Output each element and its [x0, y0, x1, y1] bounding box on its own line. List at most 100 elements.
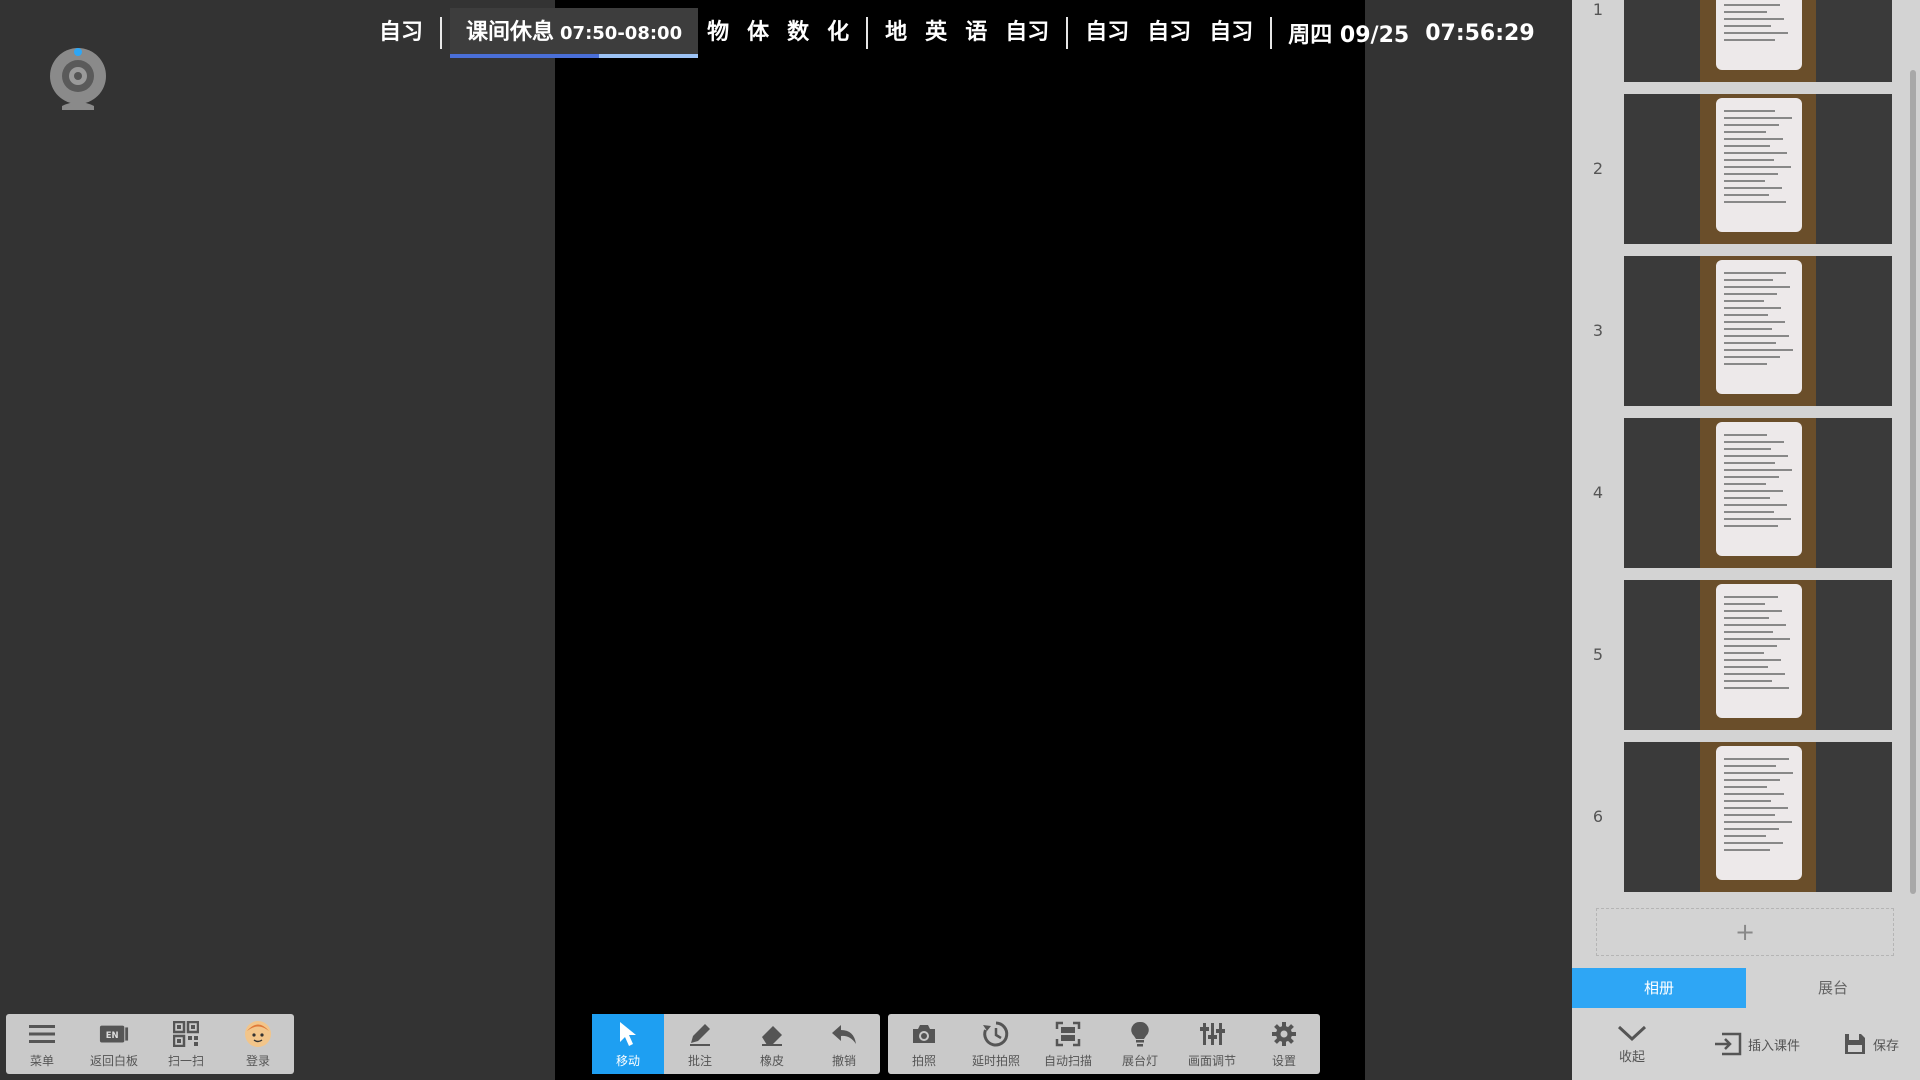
timer-photo-button[interactable]: 延时拍照	[960, 1014, 1032, 1074]
save-button[interactable]: 保存	[1822, 1032, 1920, 1056]
text-line	[1724, 173, 1778, 175]
text-line	[1724, 779, 1780, 781]
thumbnail-item[interactable]: 5	[1572, 580, 1902, 730]
settings-button[interactable]: 设置	[1248, 1014, 1320, 1074]
thumbnail-item[interactable]: 4	[1572, 418, 1902, 568]
annotate-label: 批注	[687, 1054, 712, 1068]
auto-scan-label: 自动扫描	[1043, 1054, 1092, 1068]
schedule-item: 体	[747, 20, 770, 45]
text-line	[1724, 786, 1767, 788]
text-line	[1724, 807, 1788, 809]
camera-photo-icon	[909, 1019, 939, 1049]
document-photo	[1700, 256, 1816, 406]
current-period-label: 课间休息	[466, 20, 555, 45]
text-line	[1724, 497, 1770, 499]
insert-icon	[1714, 1031, 1742, 1057]
lamp-label: 展台灯	[1121, 1054, 1158, 1068]
thumbnail-image	[1624, 580, 1892, 730]
document-photo	[1700, 94, 1816, 244]
annotate-button[interactable]: 批注	[664, 1014, 736, 1074]
schedule-bar: 自习 课间休息 07:50-08:00 物 体 数 化 地 英 语 自习 自习 自…	[370, 8, 1535, 58]
text-line	[1724, 603, 1765, 605]
text-line	[1724, 673, 1785, 675]
collapse-label: 收起	[1618, 1049, 1645, 1065]
thumbnail-image	[1624, 742, 1892, 892]
auto-scan-button[interactable]: 自动扫描	[1032, 1014, 1104, 1074]
lamp-button[interactable]: 展台灯	[1104, 1014, 1176, 1074]
text-line	[1724, 307, 1781, 309]
document-photo	[1700, 0, 1816, 82]
text-line	[1724, 441, 1784, 443]
text-line	[1724, 293, 1777, 295]
undo-button[interactable]: 撤销	[808, 1014, 880, 1074]
text-line	[1724, 835, 1766, 837]
thumbnail-item[interactable]: 3	[1572, 256, 1902, 406]
menu-button[interactable]: 菜单	[6, 1014, 78, 1074]
text-line	[1724, 814, 1775, 816]
scan-button[interactable]: 扫一扫	[150, 1014, 222, 1074]
thumbnail-number: 4	[1592, 483, 1604, 502]
current-period-time: 07:50-08:00	[560, 23, 683, 44]
text-line	[1724, 335, 1789, 337]
return-whiteboard-button[interactable]: EN 返回白板	[78, 1014, 150, 1074]
text-line	[1724, 624, 1786, 626]
text-line	[1724, 159, 1774, 161]
qr-code-icon	[171, 1019, 201, 1049]
collapse-button[interactable]: 收起	[1572, 1024, 1692, 1065]
paper-sheet	[1716, 746, 1802, 880]
thumbnail-item[interactable]: 2	[1572, 94, 1902, 244]
text-line	[1724, 476, 1779, 478]
annotation-toolbar: 移动 批注 橡皮 撤销	[592, 1014, 880, 1074]
thumbnail-item[interactable]: 1	[1572, 0, 1902, 82]
text-line	[1724, 39, 1775, 41]
text-line	[1724, 680, 1772, 682]
text-line	[1724, 180, 1765, 182]
text-line	[1724, 32, 1788, 34]
text-line	[1724, 314, 1768, 316]
text-line	[1724, 666, 1768, 668]
adjust-button[interactable]: 画面调节	[1176, 1014, 1248, 1074]
photo-button[interactable]: 拍照	[888, 1014, 960, 1074]
undo-label: 撤销	[831, 1054, 856, 1068]
scan-label: 扫一扫	[167, 1054, 204, 1068]
text-line	[1724, 793, 1784, 795]
schedule-item: 自习	[379, 20, 424, 45]
camera-icon[interactable]	[46, 44, 110, 114]
text-line	[1724, 518, 1791, 520]
text-line	[1724, 131, 1766, 133]
text-line	[1724, 483, 1766, 485]
eraser-button[interactable]: 橡皮	[736, 1014, 808, 1074]
text-line	[1724, 117, 1792, 119]
thumbnail-list[interactable]: 1 2 3 4 5 6	[1572, 0, 1920, 960]
text-line	[1724, 504, 1787, 506]
menu-icon	[27, 1019, 57, 1049]
schedule-item: 英	[925, 20, 948, 45]
text-line	[1724, 638, 1790, 640]
tab-album[interactable]: 相册	[1572, 968, 1746, 1008]
panel-actions: 收起 插入课件 保存	[1572, 1008, 1920, 1080]
paper-sheet	[1716, 260, 1802, 394]
move-label: 移动	[615, 1054, 640, 1068]
text-line	[1724, 356, 1780, 358]
login-button[interactable]: 登录	[222, 1014, 294, 1074]
document-camera-view[interactable]	[555, 0, 1365, 1080]
add-page-button[interactable]: +	[1596, 908, 1894, 956]
tab-booth[interactable]: 展台	[1746, 968, 1920, 1008]
camera-toolbar: 拍照 延时拍照 自动扫描 展台灯 画面调节 设置	[888, 1014, 1320, 1074]
schedule-item: 自习	[1147, 20, 1192, 45]
thumbnail-number: 6	[1592, 807, 1604, 826]
text-line	[1724, 687, 1789, 689]
avatar-icon	[243, 1019, 273, 1049]
thumbnail-item[interactable]: 6	[1572, 742, 1902, 892]
text-line	[1724, 145, 1770, 147]
text-line	[1724, 328, 1772, 330]
sliders-icon	[1197, 1019, 1227, 1049]
insert-courseware-button[interactable]: 插入课件	[1692, 1031, 1822, 1057]
scrollbar[interactable]	[1910, 70, 1916, 894]
text-line	[1724, 124, 1779, 126]
move-button[interactable]: 移动	[592, 1014, 664, 1074]
paper-sheet	[1716, 98, 1802, 232]
paper-sheet	[1716, 422, 1802, 556]
thumbnail-image	[1624, 418, 1892, 568]
text-line	[1724, 652, 1764, 654]
